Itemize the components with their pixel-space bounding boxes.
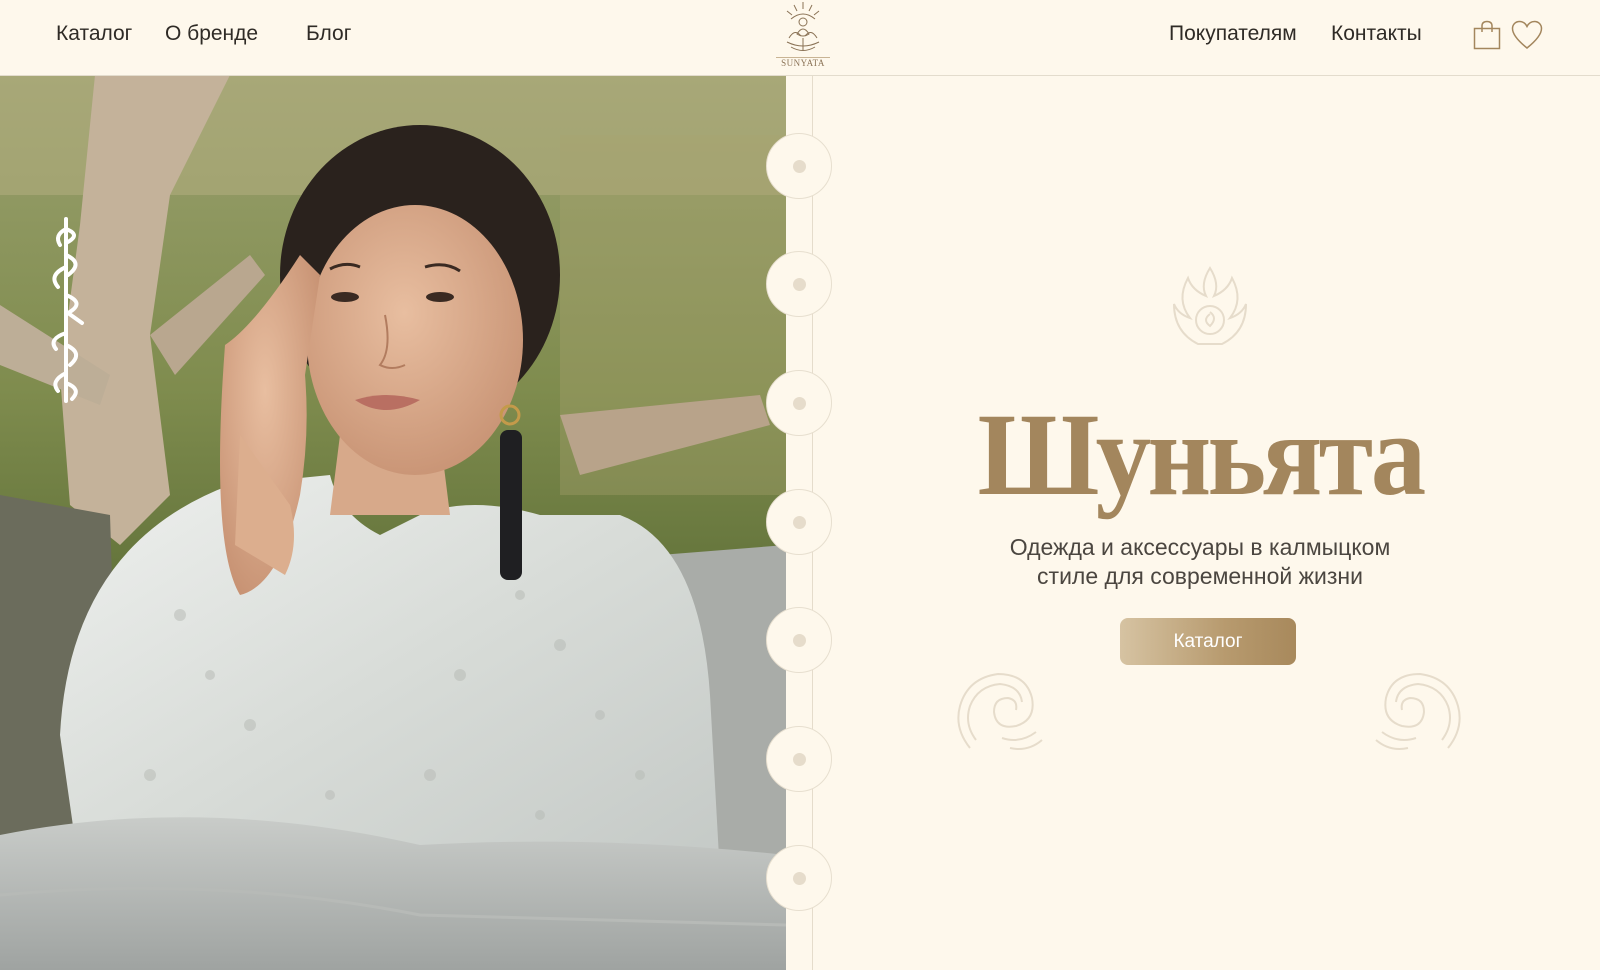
divider-hole [766, 133, 832, 199]
nav-customers-link[interactable]: Покупателям [1169, 22, 1297, 46]
divider-hole [766, 845, 832, 911]
hero-title: Шуньята [977, 389, 1427, 520]
divider-hole [766, 489, 832, 555]
cloud-ornament-right-icon [1374, 668, 1468, 761]
hero-subtitle-line-1: Одежда и аксессуары в калмыцком [1009, 534, 1391, 560]
cloud-ornament-left-icon [950, 668, 1044, 761]
brand-logo[interactable]: SUNYATA [776, 0, 830, 74]
catalog-button[interactable]: Каталог [1120, 618, 1296, 665]
vertical-script-emblem [51, 217, 84, 403]
divider-hole [766, 607, 832, 673]
divider-hole [766, 726, 832, 792]
shopping-bag-icon[interactable] [1473, 20, 1501, 55]
model-portrait-image [0, 75, 786, 970]
site-header: Каталог О бренде Блог SUNYATA Покупателя… [0, 0, 1600, 76]
nav-contacts-link[interactable]: Контакты [1331, 22, 1422, 46]
hero-photo [0, 75, 786, 970]
divider-hole [766, 370, 832, 436]
perforated-divider [766, 75, 832, 970]
flame-ornament-icon [1170, 262, 1250, 355]
brand-logo-wordmark: SUNYATA [776, 57, 830, 69]
hero-subtitle-line-2: стиле для современной жизни [1037, 563, 1363, 589]
nav-blog-link[interactable]: Блог [306, 22, 351, 46]
lotus-sun-icon [786, 2, 820, 51]
nav-catalog-link[interactable]: Каталог [56, 22, 132, 46]
hero-subtitle: Одежда и аксессуары в калмыцком стиле дл… [975, 533, 1425, 591]
divider-hole [766, 251, 832, 317]
heart-icon[interactable] [1511, 20, 1543, 55]
nav-about-brand-link[interactable]: О бренде [165, 22, 258, 46]
